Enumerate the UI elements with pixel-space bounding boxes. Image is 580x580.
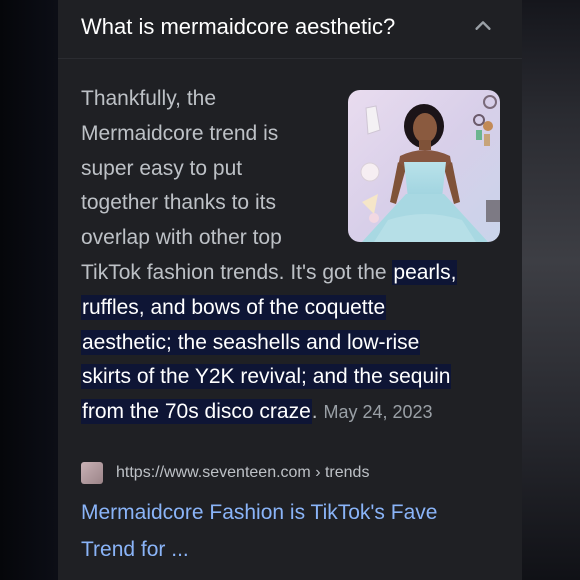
question-title: What is mermaidcore aesthetic? — [81, 14, 396, 39]
answer-line-8: aesthetic; the seashells and low-rise — [81, 326, 511, 361]
answer-trailing-period: . — [311, 400, 318, 424]
background-left — [0, 0, 58, 580]
answer-line-2: Mermaidcore trend is — [81, 121, 279, 145]
source-title-line-1[interactable]: Mermaidcore Fashion is TikTok's Fave — [81, 494, 501, 531]
answer-line-1: Thankfully, the — [81, 87, 217, 110]
question-header[interactable]: What is mermaidcore aesthetic? — [58, 0, 522, 58]
answer-line-7: ruffles, and bows of the coquette — [81, 291, 511, 326]
answer-line-10: from the 70s disco craze. May 24, 2023 — [81, 395, 511, 430]
snippet-date: May 24, 2023 — [323, 402, 433, 423]
answer-line-5: overlap with other top — [81, 226, 282, 250]
snippet-answer-text: Thankfully, the Mermaidcore trend is sup… — [81, 82, 511, 430]
answer-line-9: skirts of the Y2K revival; and the sequi… — [81, 360, 511, 395]
answer-line-3: super easy to put — [81, 156, 243, 180]
answer-line-6-text: TikTok fashion trends. It's got the — [81, 260, 393, 284]
highlight-text-5: from the 70s disco craze — [81, 399, 312, 425]
source-title-line-2[interactable]: Trend for ... — [81, 531, 501, 568]
header-divider — [58, 58, 522, 59]
source-url[interactable]: https://www.seventeen.com › trends — [116, 464, 369, 482]
source-link-title[interactable]: Mermaidcore Fashion is TikTok's Fave Tre… — [81, 494, 501, 568]
featured-snippet-panel: What is mermaidcore aesthetic? Thankfull… — [58, 0, 522, 580]
answer-line-4: together thanks to its — [81, 191, 276, 215]
source-row[interactable]: https://www.seventeen.com › trends — [81, 460, 369, 486]
chevron-up-icon[interactable] — [472, 15, 494, 37]
highlight-text-2: ruffles, and bows of the coquette — [81, 294, 387, 320]
seventeen-favicon-icon — [81, 462, 103, 484]
highlight-text-1: pearls, — [392, 259, 458, 285]
background-right — [522, 0, 580, 580]
highlight-text-3: aesthetic; the seashells and low-rise — [81, 329, 421, 355]
answer-line-6: TikTok fashion trends. It's got the pear… — [81, 256, 511, 291]
highlight-text-4: skirts of the Y2K revival; and the sequi… — [81, 364, 452, 390]
